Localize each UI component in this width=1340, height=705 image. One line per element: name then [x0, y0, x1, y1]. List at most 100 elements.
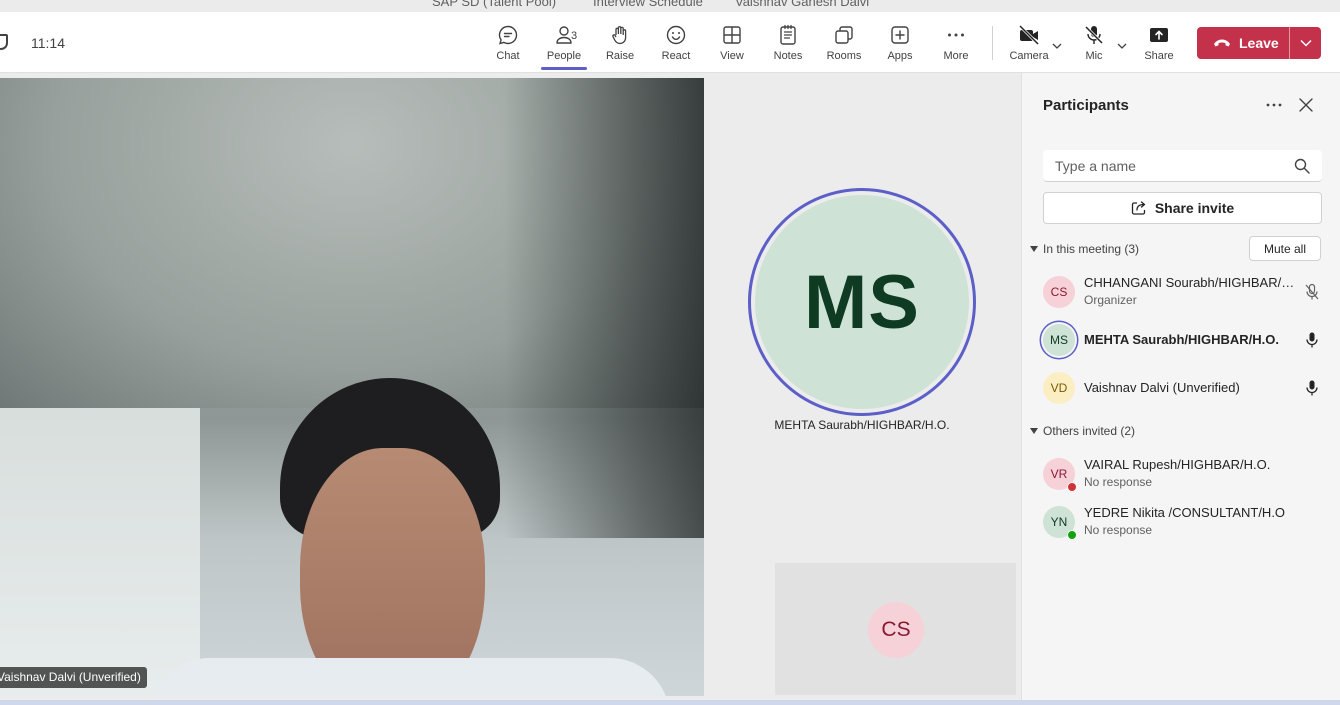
- smiley-icon: [666, 25, 686, 45]
- participant-avatar: CS: [1043, 276, 1075, 308]
- raise-hand-button[interactable]: Raise: [592, 24, 648, 68]
- raise-label: Raise: [605, 50, 635, 62]
- leave-button[interactable]: Leave: [1197, 27, 1321, 59]
- search-input[interactable]: [1043, 150, 1283, 182]
- participant-avatar: VD: [1043, 372, 1075, 404]
- participant-name: VAIRAL Rupesh/HIGHBAR/H.O.: [1084, 457, 1271, 472]
- chat-label: Chat: [496, 50, 520, 62]
- speaker-name: MEHTA Saurabh/HIGHBAR/H.O.: [774, 418, 950, 432]
- participant-row[interactable]: MS MEHTA Saurabh/HIGHBAR/H.O.: [1022, 317, 1340, 363]
- participant-row[interactable]: VD Vaishnav Dalvi (Unverified): [1022, 365, 1340, 411]
- title-segment: Vaishnav Ganesh Dalvi: [735, 0, 870, 9]
- invited-row[interactable]: VR VAIRAL Rupesh/HIGHBAR/H.O. No respons…: [1022, 451, 1340, 497]
- others-invited-label: Others invited (2): [1043, 424, 1136, 438]
- shield-icon: [0, 34, 8, 50]
- add-app-icon: [891, 26, 909, 44]
- participant-search[interactable]: [1043, 150, 1322, 182]
- tile-avatar: CS: [868, 602, 924, 658]
- participant-tile[interactable]: CS: [775, 563, 1016, 695]
- react-label: React: [661, 50, 691, 62]
- people-count-badge: 3: [571, 30, 578, 42]
- title-segment: SAP SD (Talent Pool): [432, 0, 557, 9]
- active-tab-indicator: [541, 67, 587, 70]
- window-bottom-edge: [0, 700, 1340, 705]
- hand-icon: [612, 26, 627, 45]
- mute-all-button[interactable]: Mute all: [1249, 236, 1321, 261]
- mic-options-chevron-icon[interactable]: [1117, 41, 1127, 51]
- mic-button[interactable]: Mic: [1066, 24, 1122, 68]
- meeting-toolbar: 11:14 Chat People 3 Raise React View Not…: [0, 12, 1340, 73]
- share-invite-button[interactable]: Share invite: [1043, 192, 1322, 224]
- camera-label: Camera: [1009, 50, 1049, 62]
- camera-options-chevron-icon[interactable]: [1052, 41, 1062, 51]
- view-label: View: [720, 50, 744, 62]
- participant-role: Organizer: [1084, 293, 1137, 307]
- mic-muted-icon: [1305, 283, 1319, 300]
- participant-name: MEHTA Saurabh/HIGHBAR/H.O.: [1084, 332, 1280, 347]
- speaker-initials: MS: [755, 195, 969, 409]
- more-label: More: [943, 50, 969, 62]
- hang-up-icon: [1214, 39, 1230, 47]
- chevron-down-icon: [1299, 39, 1312, 47]
- chat-icon: [498, 25, 518, 45]
- others-invited-section-header[interactable]: Others invited (2): [1030, 424, 1135, 438]
- react-button[interactable]: React: [648, 24, 704, 68]
- participant-row[interactable]: CS CHHANGANI Sourabh/HIGHBAR/H.O. Organi…: [1022, 269, 1340, 315]
- meeting-timer: 11:14: [31, 35, 65, 51]
- mic-icon: [1306, 380, 1318, 396]
- participant-name: YEDRE Nikita /CONSULTANT/H.O: [1084, 505, 1286, 520]
- in-meeting-section-header[interactable]: In this meeting (3): [1030, 242, 1139, 256]
- people-label: People: [546, 50, 582, 62]
- participant-status: No response: [1084, 523, 1153, 537]
- participant-video[interactable]: [0, 78, 704, 696]
- close-icon[interactable]: [1298, 97, 1314, 113]
- participant-name: Vaishnav Dalvi (Unverified): [1084, 380, 1240, 395]
- search-icon: [1294, 158, 1310, 174]
- presence-busy-icon: [1067, 482, 1077, 492]
- camera-off-icon: [1018, 24, 1040, 46]
- view-button[interactable]: View: [704, 24, 760, 68]
- title-segment: Interview Schedule: [593, 0, 703, 9]
- people-button[interactable]: People: [536, 24, 592, 68]
- rooms-icon: [835, 26, 853, 44]
- more-button[interactable]: More: [928, 24, 984, 68]
- video-person: [150, 658, 670, 696]
- share-button[interactable]: Share: [1131, 24, 1187, 68]
- apps-button[interactable]: Apps: [872, 24, 928, 68]
- participants-panel: Participants Share invite In this meetin…: [1021, 73, 1340, 705]
- presence-available-icon: [1067, 530, 1077, 540]
- participant-avatar: MS: [1043, 324, 1075, 356]
- more-options-icon[interactable]: [1264, 99, 1284, 111]
- active-speaker-avatar[interactable]: MS: [748, 188, 976, 416]
- apps-label: Apps: [887, 50, 913, 62]
- mic-icon: [1306, 332, 1318, 348]
- mic-label: Mic: [1085, 50, 1103, 62]
- leave-options[interactable]: [1290, 39, 1321, 47]
- participant-name: CHHANGANI Sourabh/HIGHBAR/H.O.: [1084, 275, 1299, 290]
- leave-label: Leave: [1239, 35, 1279, 51]
- video-name-tag: Vaishnav Dalvi (Unverified): [0, 667, 147, 688]
- grid-view-icon: [723, 26, 741, 44]
- invited-row[interactable]: YN YEDRE Nikita /CONSULTANT/H.O No respo…: [1022, 499, 1340, 545]
- mic-off-icon: [1084, 25, 1104, 45]
- in-meeting-label: In this meeting (3): [1043, 242, 1140, 256]
- collapse-triangle-icon: [1030, 246, 1038, 252]
- panel-title: Participants: [1043, 97, 1129, 114]
- rooms-button[interactable]: Rooms: [816, 24, 872, 68]
- participant-status: No response: [1084, 475, 1153, 489]
- share-label: Share: [1144, 50, 1174, 62]
- video-name-text: Vaishnav Dalvi (Unverified): [0, 670, 141, 684]
- rooms-label: Rooms: [826, 50, 862, 62]
- notes-button[interactable]: Notes: [760, 24, 816, 68]
- window-title-bar: SAP SD (Talent Pool) Interview Schedule …: [0, 0, 1340, 12]
- camera-button[interactable]: Camera: [1001, 24, 1057, 68]
- toolbar-divider: [992, 26, 993, 60]
- notes-label: Notes: [773, 50, 803, 62]
- video-background: [0, 408, 200, 696]
- share-invite-label: Share invite: [1154, 200, 1235, 216]
- chat-button[interactable]: Chat: [480, 24, 536, 68]
- more-dots-icon: [948, 33, 964, 37]
- share-screen-icon: [1150, 28, 1168, 42]
- collapse-triangle-icon: [1030, 428, 1038, 434]
- leave-main[interactable]: Leave: [1197, 35, 1289, 51]
